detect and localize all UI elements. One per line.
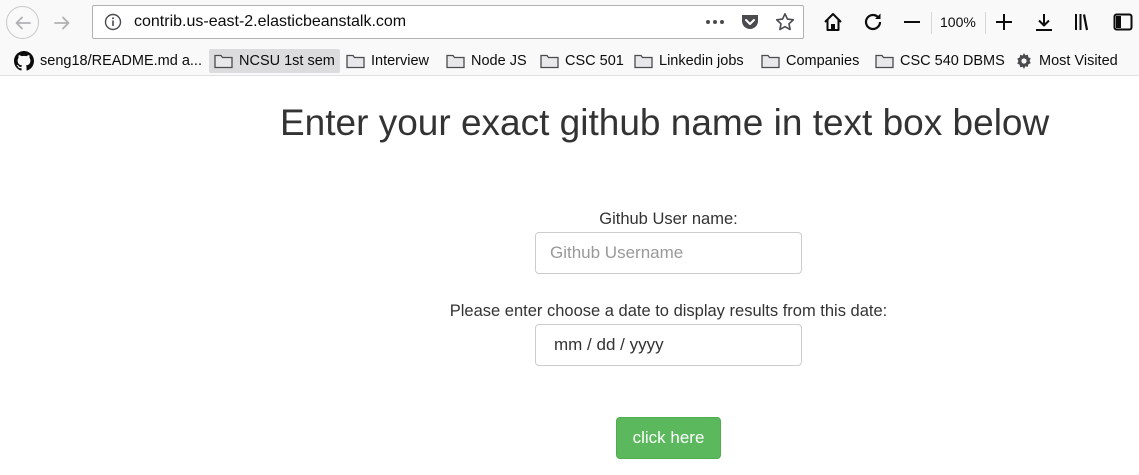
username-label: Github User name:	[599, 210, 738, 228]
bookmark-label: CSC 540 DBMS	[900, 53, 1005, 69]
zoom-level[interactable]: 100%	[940, 14, 976, 30]
url-bar[interactable]: contrib.us-east-2.elasticbeanstalk.com	[92, 5, 804, 39]
reload-icon[interactable]	[862, 11, 884, 33]
folder-icon	[214, 54, 233, 69]
gear-icon	[1017, 53, 1031, 69]
bookmark-item[interactable]: seng18/README.md a...	[9, 49, 207, 73]
bookmark-label: Node JS	[471, 53, 527, 69]
zoom-out-icon[interactable]	[902, 11, 922, 33]
bookmark-item[interactable]: Most Visited	[1010, 49, 1123, 73]
arrow-right-icon	[54, 16, 70, 30]
github-username-input[interactable]	[535, 232, 802, 274]
bookmark-label: Companies	[786, 53, 860, 69]
date-label: Please enter choose a date to display re…	[449, 302, 888, 320]
bookmark-folder[interactable]: Companies	[756, 49, 864, 73]
home-icon[interactable]	[822, 11, 844, 33]
bookmark-label: Interview	[371, 53, 430, 69]
bookmark-label: seng18/README.md a...	[40, 53, 202, 69]
folder-icon	[346, 54, 365, 69]
bookmark-folder[interactable]: CSC 540 DBMS	[870, 49, 1010, 73]
page-title: Enter your exact github name in text box…	[280, 102, 1050, 143]
forward-button[interactable]	[46, 7, 78, 39]
page-actions-icon[interactable]	[704, 13, 726, 31]
url-text[interactable]: contrib.us-east-2.elasticbeanstalk.com	[134, 13, 406, 31]
download-icon[interactable]	[1033, 11, 1055, 33]
folder-icon	[540, 54, 559, 69]
arrow-left-icon	[15, 16, 31, 29]
sidebar-icon[interactable]	[1112, 11, 1134, 33]
toolbar-separator	[931, 12, 932, 34]
back-button[interactable]	[6, 6, 39, 39]
folder-icon	[875, 54, 894, 69]
library-icon[interactable]	[1072, 11, 1094, 33]
bookmark-folder[interactable]: Interview	[341, 49, 434, 73]
toolbar-separator	[985, 12, 986, 34]
submit-button[interactable]: click here	[616, 417, 721, 459]
github-icon	[14, 51, 34, 71]
bookmark-label: Linkedin jobs	[659, 53, 744, 69]
zoom-in-icon[interactable]	[993, 11, 1015, 33]
date-input[interactable]: mm / dd / yyyy	[535, 324, 802, 366]
bookmark-star-icon[interactable]	[775, 12, 795, 32]
browser-toolbar: contrib.us-east-2.elasticbeanstalk.com 1…	[0, 0, 1139, 46]
folder-icon	[446, 54, 465, 69]
bookmark-folder[interactable]: Node JS	[441, 49, 532, 73]
folder-icon	[634, 54, 653, 69]
pocket-icon[interactable]	[740, 13, 760, 31]
bookmark-label: NCSU 1st sem	[239, 53, 335, 69]
date-input-value: mm / dd / yyyy	[554, 335, 664, 354]
bookmark-folder[interactable]: NCSU 1st sem	[209, 49, 340, 73]
bookmark-folder[interactable]: Linkedin jobs	[629, 49, 749, 73]
bookmark-label: Most Visited	[1039, 53, 1118, 69]
info-icon[interactable]	[104, 13, 122, 31]
bookmarks-toolbar: seng18/README.md a... NCSU 1st sem Inter…	[0, 46, 1139, 76]
folder-icon	[761, 54, 780, 69]
bookmark-folder[interactable]: CSC 501	[535, 49, 629, 73]
bookmark-label: CSC 501	[565, 53, 624, 69]
